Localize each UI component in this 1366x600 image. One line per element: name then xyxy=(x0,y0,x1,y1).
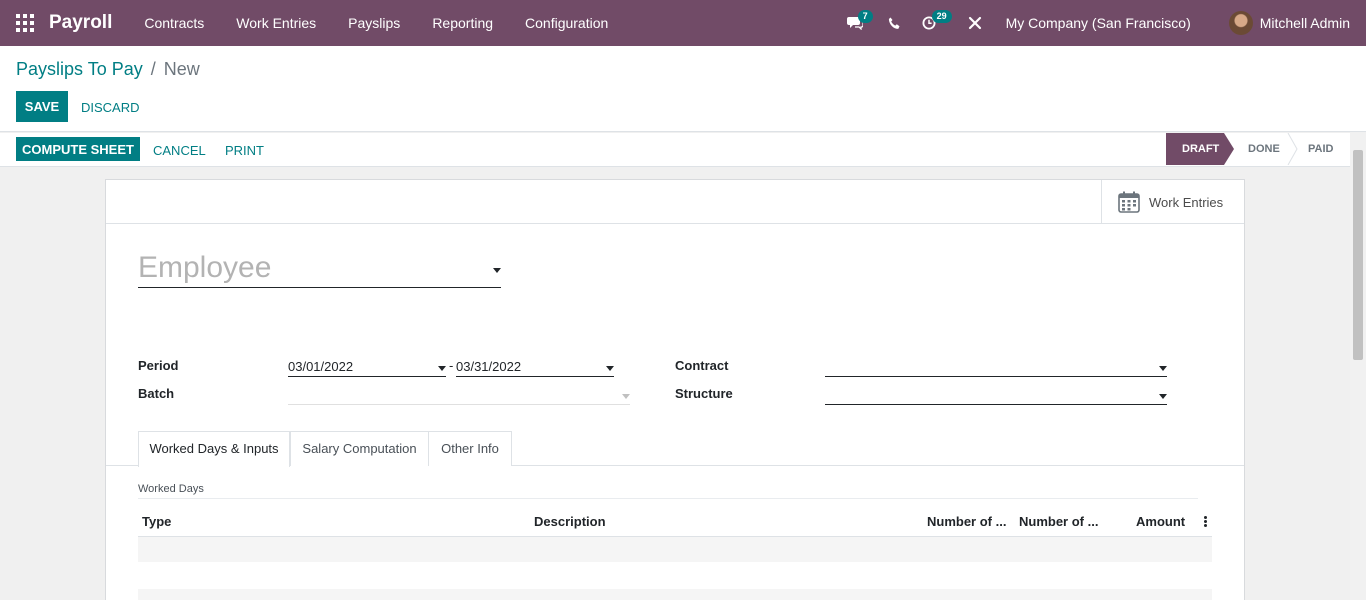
messages-badge: 7 xyxy=(857,10,873,23)
section-divider xyxy=(138,498,1198,499)
menu-work-entries[interactable]: Work Entries xyxy=(220,0,332,46)
work-entries-label: Work Entries xyxy=(1149,194,1224,210)
period-to-value: 03/31/2022 xyxy=(456,359,522,374)
batch-dropdown-icon xyxy=(622,394,630,399)
contract-label: Contract xyxy=(675,358,729,373)
vertical-scrollbar[interactable] xyxy=(1350,133,1366,600)
structure-input[interactable] xyxy=(825,386,1167,405)
period-from-value: 03/01/2022 xyxy=(288,359,354,374)
save-button[interactable]: SAVE xyxy=(16,91,68,122)
stage-paid[interactable]: PAID xyxy=(1308,133,1333,165)
menu-payslips[interactable]: Payslips xyxy=(332,0,416,46)
button-box: Work Entries xyxy=(106,180,1244,224)
structure-label: Structure xyxy=(675,386,733,401)
period-to-input[interactable]: 03/31/2022 xyxy=(456,358,614,377)
period-label: Period xyxy=(138,358,179,373)
breadcrumb-parent[interactable]: Payslips To Pay xyxy=(16,59,143,79)
breadcrumb-current: New xyxy=(163,59,200,79)
user-menu[interactable]: Mitchell Admin xyxy=(1260,15,1350,31)
table-row xyxy=(138,537,1212,562)
column-amount[interactable]: Amount xyxy=(1136,514,1185,529)
stage-done[interactable]: DONE xyxy=(1248,133,1280,165)
scrollbar-thumb[interactable] xyxy=(1353,150,1363,360)
menu-configuration[interactable]: Configuration xyxy=(509,0,624,46)
table-row xyxy=(138,589,1212,600)
worked-days-title: Worked Days xyxy=(138,483,204,495)
stage-draft-arrow xyxy=(1224,133,1234,165)
batch-input xyxy=(288,386,630,405)
menu-reporting[interactable]: Reporting xyxy=(416,0,509,46)
employee-dropdown-icon[interactable] xyxy=(493,268,501,273)
activities-button[interactable]: 29 xyxy=(912,0,952,46)
compute-sheet-button[interactable]: COMPUTE SHEET xyxy=(16,137,140,161)
statusbar: COMPUTE SHEET CANCEL PRINT DRAFT DONE PA… xyxy=(0,133,1350,167)
app-title[interactable]: Payroll xyxy=(49,12,112,34)
period-separator: - xyxy=(449,358,454,373)
employee-placeholder: Employee xyxy=(138,251,272,284)
discard-button[interactable]: DISCARD xyxy=(81,100,140,115)
print-button[interactable]: PRINT xyxy=(225,143,264,158)
period-to-dropdown-icon[interactable] xyxy=(606,366,614,371)
tab-worked-days-inputs[interactable]: Worked Days & Inputs xyxy=(138,431,290,467)
calendar-icon xyxy=(1118,191,1140,213)
tab-salary-computation[interactable]: Salary Computation xyxy=(290,431,429,466)
phone-icon xyxy=(888,17,900,29)
messages-button[interactable]: 7 xyxy=(838,0,873,46)
contract-dropdown-icon[interactable] xyxy=(1159,366,1167,371)
batch-label: Batch xyxy=(138,386,175,401)
breadcrumb-separator: / xyxy=(150,59,156,79)
tab-other-info[interactable]: Other Info xyxy=(428,431,512,466)
stage-draft: DRAFT xyxy=(1166,133,1224,165)
user-avatar[interactable] xyxy=(1228,11,1253,35)
contract-input[interactable] xyxy=(825,358,1167,377)
work-entries-smart-button[interactable]: Work Entries xyxy=(1101,180,1244,224)
menu-contracts[interactable]: Contracts xyxy=(128,0,220,46)
employee-field[interactable]: Employee xyxy=(138,250,501,288)
optional-columns-icon[interactable] xyxy=(1204,516,1207,528)
column-number-of-days[interactable]: Number of ... xyxy=(927,514,1006,529)
form-sheet: Work Entries Employee Period 03/01/2022 … xyxy=(105,179,1245,600)
phone-button[interactable] xyxy=(878,0,912,46)
tools-icon xyxy=(968,16,981,30)
column-description[interactable]: Description xyxy=(534,514,606,529)
stage-divider xyxy=(1287,133,1298,165)
control-panel: Payslips To Pay / New SAVE DISCARD xyxy=(0,46,1366,132)
notebook-tabs: Worked Days & Inputs Salary Computation … xyxy=(106,431,1244,467)
cancel-button[interactable]: CANCEL xyxy=(153,143,206,158)
period-from-dropdown-icon[interactable] xyxy=(438,366,446,371)
column-type[interactable]: Type xyxy=(142,514,171,529)
apps-menu-icon[interactable] xyxy=(16,14,34,32)
company-switcher[interactable]: My Company (San Francisco) xyxy=(1006,15,1191,31)
breadcrumb: Payslips To Pay / New xyxy=(16,59,200,80)
column-number-of-hours[interactable]: Number of ... xyxy=(1019,514,1098,529)
top-navbar: Payroll Contracts Work Entries Payslips … xyxy=(0,0,1366,46)
period-from-input[interactable]: 03/01/2022 xyxy=(288,358,446,377)
debug-tools-button[interactable] xyxy=(958,0,992,46)
structure-dropdown-icon[interactable] xyxy=(1159,394,1167,399)
activities-badge: 29 xyxy=(931,10,952,23)
